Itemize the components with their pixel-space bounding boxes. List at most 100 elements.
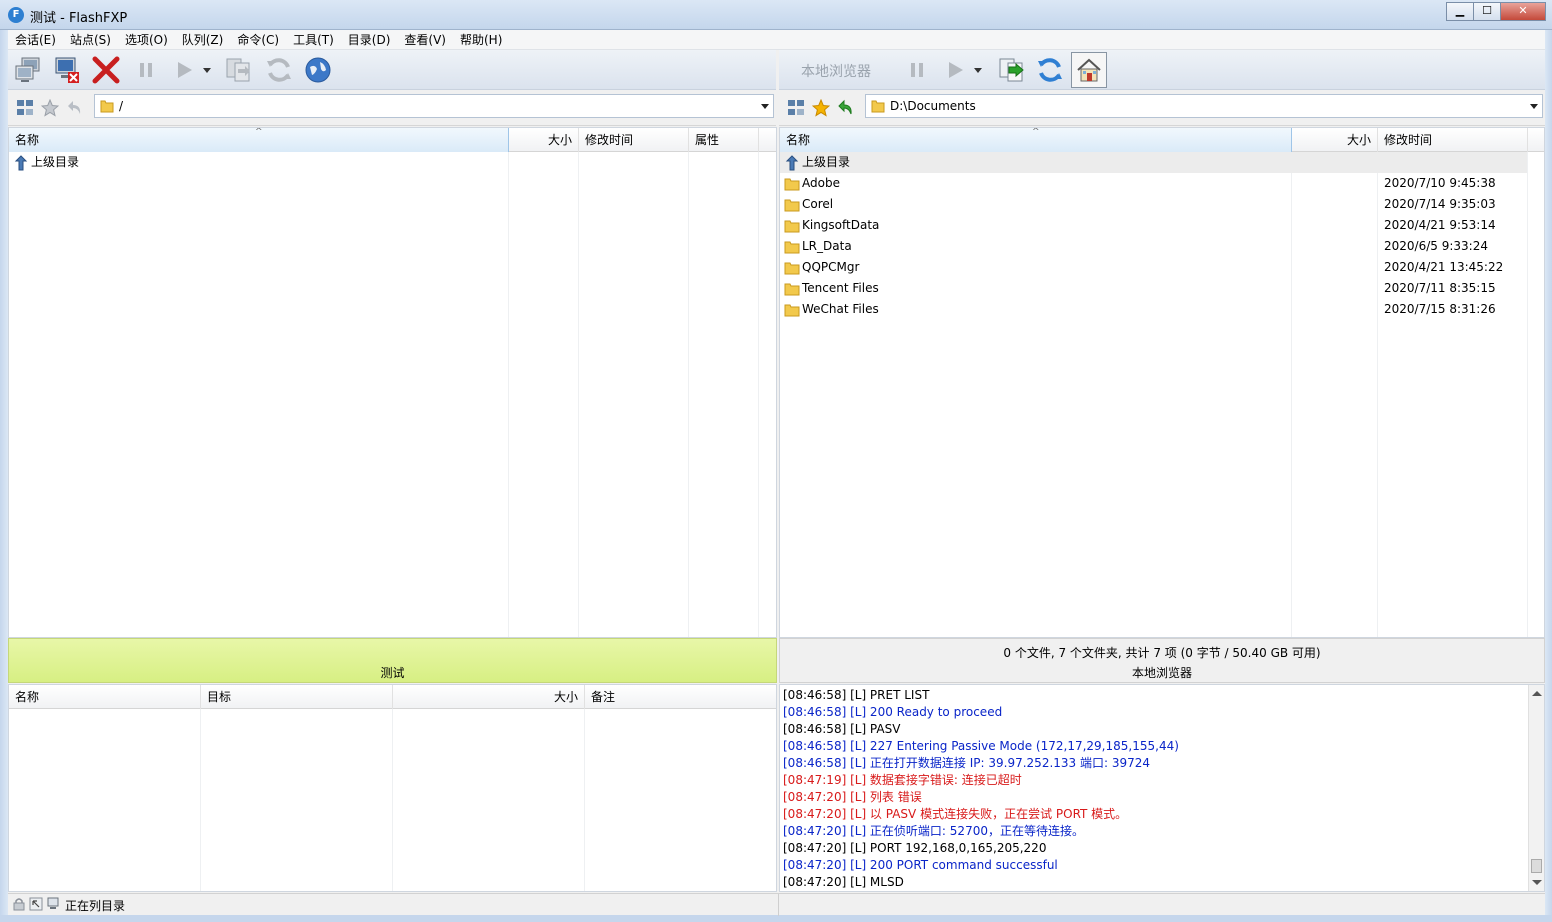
home-button[interactable] xyxy=(1071,52,1107,88)
menu-commands[interactable]: 命令(C) xyxy=(230,30,286,49)
local-refresh-button[interactable] xyxy=(1034,54,1066,86)
local-transfer-button[interactable] xyxy=(995,54,1027,86)
menu-queue[interactable]: 队列(Z) xyxy=(175,30,231,49)
queue-column-size[interactable]: 大小 xyxy=(393,685,585,709)
log-line: [08:46:58] [L] 200 Ready to proceed xyxy=(783,705,1003,719)
column-modified[interactable]: 修改时间 xyxy=(1378,128,1528,152)
connect-button[interactable] xyxy=(12,54,44,86)
play-button[interactable] xyxy=(168,54,200,86)
status-bar: 正在列目录 xyxy=(8,893,1545,916)
table-row[interactable]: QQPCMgr 2020/4/21 13:45:22 xyxy=(780,257,1544,278)
table-row[interactable]: KingsoftData 2020/4/21 9:53:14 xyxy=(780,215,1544,236)
chevron-down-icon[interactable] xyxy=(761,104,769,109)
local-file-list[interactable]: 名称 ^ 大小 修改时间 上级目录 Adobe 2020/7/10 9:45:3… xyxy=(779,127,1545,638)
table-row[interactable]: Corel 2020/7/14 9:35:03 xyxy=(780,194,1544,215)
parent-directory-label: 上级目录 xyxy=(31,155,80,169)
sort-asc-icon: ^ xyxy=(255,127,263,137)
log-line: [08:46:58] [L] 227 Entering Passive Mode… xyxy=(783,739,1179,753)
table-row[interactable]: Adobe 2020/7/10 9:45:38 xyxy=(780,173,1544,194)
scroll-thumb[interactable] xyxy=(1531,859,1542,873)
table-row[interactable]: WeChat Files 2020/7/15 8:31:26 xyxy=(780,299,1544,320)
local-play-dropdown[interactable] xyxy=(971,54,985,86)
menu-tools[interactable]: 工具(T) xyxy=(286,30,341,49)
pause-icon xyxy=(911,63,923,77)
flashfxp-icon: F xyxy=(8,7,24,23)
table-row[interactable]: Tencent Files 2020/7/11 8:35:15 xyxy=(780,278,1544,299)
network-icon xyxy=(788,100,804,115)
globe-icon xyxy=(305,57,331,83)
file-modified: 2020/6/5 9:33:24 xyxy=(1384,239,1488,253)
scroll-up-icon[interactable] xyxy=(1532,691,1542,696)
file-name: WeChat Files xyxy=(802,302,879,316)
table-row[interactable]: LR_Data 2020/6/5 9:33:24 xyxy=(780,236,1544,257)
menu-view[interactable]: 查看(V) xyxy=(397,30,453,49)
minimize-button[interactable]: ▁ xyxy=(1446,2,1474,21)
local-browser-label: 本地浏览器 xyxy=(801,64,871,80)
column-attributes[interactable]: 属性 xyxy=(689,128,759,152)
back-arrow-icon xyxy=(68,101,81,114)
log-line: [08:46:58] [L] 正在打开数据连接 IP: 39.97.252.13… xyxy=(783,756,1151,770)
queue-column-header: 名称 目标 大小 备注 xyxy=(9,685,776,709)
local-path-combo[interactable]: D:\Documents xyxy=(865,94,1543,118)
menu-options[interactable]: 选项(O) xyxy=(118,30,175,49)
remote-file-list[interactable]: 名称 ^ 大小 修改时间 属性 上级目录 xyxy=(8,127,777,638)
local-up-directory-button[interactable] xyxy=(836,98,856,118)
local-play-button[interactable] xyxy=(939,54,971,86)
log-scrollbar[interactable] xyxy=(1528,685,1544,891)
column-size[interactable]: 大小 xyxy=(1292,128,1378,152)
queue-column-name[interactable]: 名称 xyxy=(9,685,201,709)
local-pause-button[interactable] xyxy=(901,54,933,86)
local-favorites-button[interactable] xyxy=(811,98,831,118)
status-text: 正在列目录 xyxy=(65,899,126,913)
menu-help[interactable]: 帮助(H) xyxy=(453,30,509,49)
file-modified: 2020/4/21 9:53:14 xyxy=(1384,218,1496,232)
folder-icon xyxy=(784,178,800,191)
column-size[interactable]: 大小 xyxy=(509,128,579,152)
window-frame-bottom xyxy=(0,915,1552,922)
window-title: 测试 - FlashFXP xyxy=(30,11,128,26)
remote-path: / xyxy=(119,99,124,113)
log-line: [08:46:58] [L] PRET LIST xyxy=(783,688,930,702)
maximize-button[interactable]: ☐ xyxy=(1473,2,1501,21)
abort-button[interactable] xyxy=(90,54,122,86)
play-dropdown[interactable] xyxy=(200,54,214,86)
window-frame-right xyxy=(1545,30,1552,922)
title-bar[interactable]: F 测试 - FlashFXP ▁ ☐ ✕ xyxy=(0,0,1552,30)
parent-directory-row[interactable]: 上级目录 xyxy=(9,152,776,173)
parent-directory-row[interactable]: 上级目录 xyxy=(780,152,1527,173)
transfer-button[interactable] xyxy=(222,54,254,86)
refresh-button[interactable] xyxy=(263,54,295,86)
log-line: [08:47:20] [L] MLSD xyxy=(783,875,904,889)
chevron-down-icon[interactable] xyxy=(1530,104,1538,109)
local-drives-button[interactable] xyxy=(786,98,806,118)
scroll-down-icon[interactable] xyxy=(1532,880,1542,885)
queue-column-target[interactable]: 目标 xyxy=(201,685,393,709)
queue-column-note[interactable]: 备注 xyxy=(585,685,776,709)
remote-path-combo[interactable]: / xyxy=(94,94,774,118)
log-line: [08:47:20] [L] 以 PASV 模式连接失败，正在尝试 PORT 模… xyxy=(783,807,1128,821)
transfer-icon xyxy=(226,58,250,82)
site-manager-button[interactable] xyxy=(15,98,35,118)
folder-icon xyxy=(784,283,800,296)
session-log[interactable]: [08:46:58] [L] PRET LIST [08:46:58] [L] … xyxy=(779,684,1545,892)
chevron-down-icon xyxy=(974,68,982,73)
transfer-queue[interactable]: 名称 目标 大小 备注 xyxy=(8,684,777,892)
menu-sites[interactable]: 站点(S) xyxy=(63,30,118,49)
transfer-icon xyxy=(999,58,1024,82)
menu-directory[interactable]: 目录(D) xyxy=(341,30,398,49)
pause-button[interactable] xyxy=(130,54,162,86)
folder-icon xyxy=(784,199,800,212)
close-button[interactable]: ✕ xyxy=(1500,2,1546,21)
favorites-button[interactable] xyxy=(40,98,60,118)
file-name: Adobe xyxy=(802,176,840,190)
file-name: Tencent Files xyxy=(802,281,879,295)
folder-icon xyxy=(784,220,800,233)
up-directory-button[interactable] xyxy=(65,98,85,118)
column-modified[interactable]: 修改时间 xyxy=(579,128,689,152)
menu-session[interactable]: 会话(E) xyxy=(8,30,63,49)
file-modified: 2020/7/14 9:35:03 xyxy=(1384,197,1496,211)
refresh-icon xyxy=(1038,58,1062,82)
disconnect-button[interactable] xyxy=(50,54,82,86)
file-modified: 2020/7/10 9:45:38 xyxy=(1384,176,1496,190)
web-button[interactable] xyxy=(302,54,334,86)
